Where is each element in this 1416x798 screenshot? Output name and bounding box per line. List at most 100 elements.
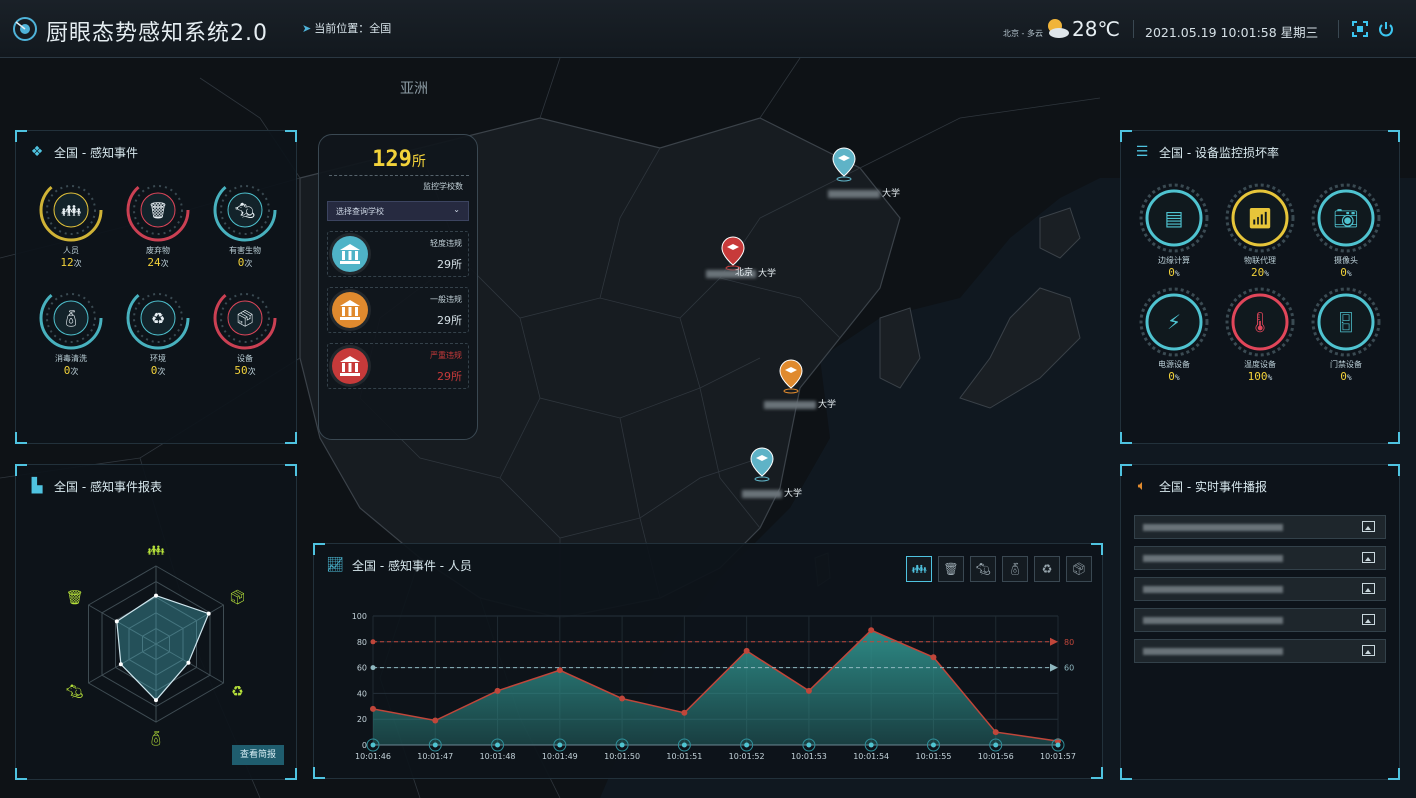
broadcast-panel-title: 全国 - 实时事件播报 — [1159, 479, 1267, 494]
device-damage-rate: 20% — [1250, 266, 1270, 279]
x-tick-label: 10:01:54 — [853, 752, 889, 761]
device-label: 物联代理 — [1244, 256, 1276, 265]
reference-line-label: 80 — [1064, 638, 1074, 647]
chevron-down-icon: ⌄ — [453, 205, 460, 214]
x-tick-label: 10:01:46 — [355, 752, 391, 761]
recycle-icon: ♻︎ — [151, 309, 165, 328]
school-select[interactable]: 选择查询学校 ⌄ — [327, 201, 469, 221]
chart-type-button-pest[interactable]: 🐀︎ — [970, 556, 996, 582]
device-ring-0[interactable]: ▤ 边缘计算 0% — [1138, 183, 1210, 279]
redacted-name — [828, 189, 880, 198]
people-icon: 👪︎ — [61, 201, 81, 220]
school-marker-label: 大学 — [764, 397, 836, 410]
map-region-label: 亚洲 — [400, 81, 428, 97]
y-tick-label: 100 — [352, 612, 367, 621]
device-damage-rate: 0% — [1340, 370, 1352, 383]
image-icon[interactable] — [1362, 521, 1375, 532]
data-point[interactable] — [868, 627, 875, 634]
logo-icon — [13, 17, 37, 41]
data-point[interactable] — [432, 717, 439, 724]
event-value: 12次 — [60, 256, 82, 269]
image-icon[interactable] — [1362, 614, 1375, 625]
device-ring-5[interactable]: 🚪︎ 门禁设备 0% — [1310, 287, 1382, 383]
violation-level-row[interactable]: 轻度违规 29所 — [327, 231, 469, 277]
data-point[interactable] — [743, 647, 750, 654]
violation-level-row[interactable]: 一般违规 29所 — [327, 287, 469, 333]
recycle-icon: ♻︎ — [1041, 562, 1053, 576]
school-map-marker[interactable] — [748, 446, 776, 482]
radar-point — [206, 611, 211, 616]
x-tick-label: 10:01:57 — [1040, 752, 1076, 761]
device-box-icon: 📦︎ — [235, 309, 255, 328]
broadcast-item[interactable] — [1134, 546, 1386, 570]
data-point[interactable] — [805, 687, 812, 694]
redacted-event-text — [1143, 524, 1283, 531]
violation-level-row[interactable]: 严重违规 29所 — [327, 343, 469, 389]
data-point[interactable] — [494, 687, 501, 694]
app-header: 厨眼态势感知系统2.0 ➤ 当前位置：全国 北京 - 多云 28℃ 2021.05… — [0, 0, 1416, 58]
router-icon: 📶︎ — [1247, 206, 1272, 230]
location-indicator[interactable]: ➤ 当前位置：全国 — [302, 20, 391, 36]
trash-icon: 🗑︎ — [943, 562, 959, 576]
chart-type-button-recycle[interactable]: ♻︎ — [1034, 556, 1060, 582]
school-marker-label: 大学 — [742, 486, 802, 499]
power-supply-icon: ⚡︎ — [1167, 310, 1181, 334]
temperature: 28℃ — [1072, 17, 1120, 41]
event-ring-3[interactable]: 🧴︎ 消毒清洗 0次 — [36, 285, 106, 377]
data-point[interactable] — [619, 695, 626, 702]
x-tick-label: 10:01:52 — [729, 752, 765, 761]
chart-type-button-people[interactable]: 👪︎ — [906, 556, 932, 582]
events-panel: ❖ 全国 - 感知事件 👪︎ 人员 12次 🗑︎ 废弃物 24次 🐀︎ 有害生物 0次 🧴︎ 消毒清洗… — [15, 130, 297, 444]
broadcast-item[interactable] — [1134, 515, 1386, 539]
radar-point — [118, 662, 123, 667]
radar-point — [154, 698, 158, 703]
data-point[interactable] — [370, 705, 376, 712]
event-ring-5[interactable]: 📦︎ 设备 50次 — [210, 285, 280, 377]
fullscreen-icon[interactable] — [1351, 20, 1369, 38]
y-tick-label: 80 — [357, 638, 367, 647]
header-divider — [1338, 20, 1339, 38]
device-ring-3[interactable]: ⚡︎ 电源设备 0% — [1138, 287, 1210, 383]
image-icon[interactable] — [1362, 583, 1375, 594]
broadcast-item[interactable] — [1134, 608, 1386, 632]
chart-type-button-trash[interactable]: 🗑︎ — [938, 556, 964, 582]
broadcast-item[interactable] — [1134, 577, 1386, 601]
reference-arrow — [1050, 637, 1058, 646]
broadcast-item[interactable] — [1134, 639, 1386, 663]
violation-level-label: 严重违规 — [430, 351, 462, 360]
device-ring-2[interactable]: 📷︎ 摄像头 0% — [1310, 183, 1382, 279]
school-map-marker[interactable] — [777, 358, 805, 394]
event-value: 50次 — [234, 364, 256, 377]
device-damage-rate: 100% — [1247, 370, 1273, 383]
view-report-button[interactable]: 查看简报 — [232, 745, 284, 765]
event-label: 环境 — [150, 354, 166, 363]
school-map-marker[interactable] — [830, 146, 858, 182]
power-icon[interactable] — [1377, 20, 1395, 38]
event-ring-2[interactable]: 🐀︎ 有害生物 0次 — [210, 177, 280, 269]
x-tick-label: 10:01:50 — [604, 752, 640, 761]
image-icon[interactable] — [1362, 645, 1375, 656]
x-axis-marker-dot — [744, 742, 750, 748]
x-axis-marker-dot — [806, 742, 812, 748]
data-point[interactable] — [681, 709, 688, 716]
weather-partly-cloudy-icon — [1048, 19, 1069, 38]
device-ring-4[interactable]: 🌡︎ 温度设备 100% — [1224, 287, 1296, 383]
datetime: 2021.05.19 10:01:58 星期三 — [1145, 25, 1319, 40]
event-ring-1[interactable]: 🗑︎ 废弃物 24次 — [123, 177, 193, 269]
radar-point — [186, 660, 191, 665]
x-tick-label: 10:01:51 — [666, 752, 702, 761]
x-tick-label: 10:01:56 — [978, 752, 1014, 761]
data-point[interactable] — [992, 729, 999, 736]
image-icon[interactable] — [1362, 552, 1375, 563]
event-ring-4[interactable]: ♻︎ 环境 0次 — [123, 285, 193, 377]
event-value: 24次 — [147, 256, 169, 269]
chart-type-button-device-box[interactable]: 📦︎ — [1066, 556, 1092, 582]
reference-arrow — [1050, 663, 1058, 672]
device-ring-1[interactable]: 📶︎ 物联代理 20% — [1224, 183, 1296, 279]
data-point[interactable] — [930, 654, 937, 661]
event-label: 设备 — [237, 354, 253, 363]
school-select-value: 选择查询学校 — [336, 207, 384, 216]
chart-type-button-sanitizer[interactable]: 🧴︎ — [1002, 556, 1028, 582]
device-label: 门禁设备 — [1330, 360, 1362, 369]
event-ring-0[interactable]: 👪︎ 人员 12次 — [36, 177, 106, 269]
